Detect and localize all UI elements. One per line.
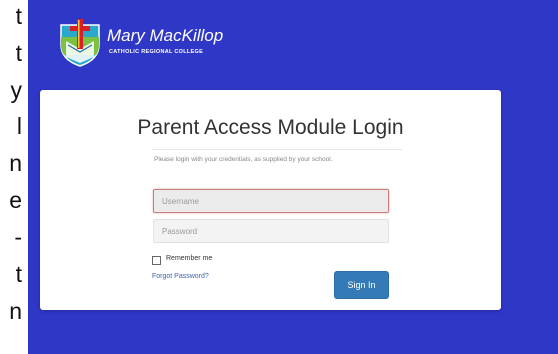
brand-subtitle: CATHOLIC REGIONAL COLLEGE — [109, 49, 204, 55]
side-letter: t — [15, 261, 22, 287]
login-instructions: Please login with your credentials, as s… — [154, 156, 333, 163]
college-crest-icon — [60, 19, 100, 67]
side-letter: l — [16, 113, 22, 139]
remember-me-checkbox[interactable] — [152, 256, 161, 265]
forgot-password-link[interactable]: Forgot Password? — [152, 273, 209, 280]
side-letter: t — [15, 40, 22, 66]
page-title: Parent Access Module Login — [137, 116, 404, 139]
side-letter: y — [10, 77, 23, 103]
left-text-strip: t t y l n e - t n — [0, 0, 28, 354]
title-divider — [152, 149, 402, 150]
side-letter: t — [15, 3, 22, 29]
remember-me-label: Remember me — [166, 255, 213, 262]
login-card: Parent Access Module Login Please login … — [40, 90, 501, 310]
brand-name: Mary MacKillop — [107, 26, 224, 45]
side-letter: e — [9, 187, 22, 213]
password-input[interactable] — [153, 219, 389, 243]
sign-in-button[interactable]: Sign In — [334, 271, 389, 299]
side-letter: n — [9, 150, 22, 176]
side-letter: - — [14, 224, 22, 250]
username-input[interactable] — [153, 189, 389, 213]
side-letter: n — [9, 298, 22, 324]
